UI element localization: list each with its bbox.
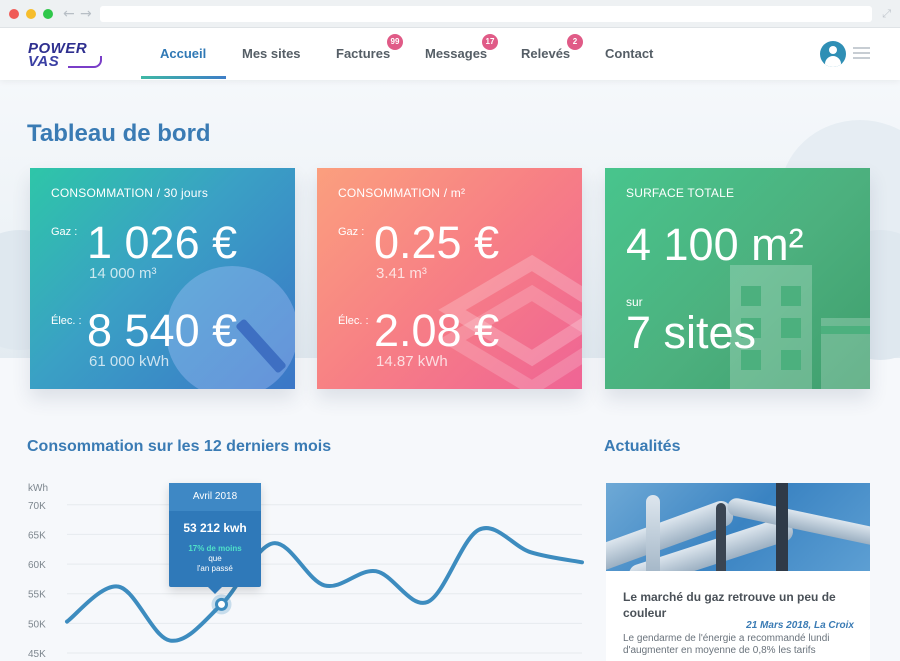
tooltip-text-1: que <box>208 554 222 563</box>
consumption-line-chart: kWh 70K 65K 60K 55K 50K 45K <box>28 483 584 660</box>
news-card[interactable]: Le marché du gaz retrouve un peu de coul… <box>606 483 870 661</box>
y-tick-label: 65K <box>28 530 46 541</box>
browser-toolbar: ← → ⤢ <box>0 0 900 28</box>
gas-prefix: Gaz : <box>338 226 365 238</box>
y-tick-label: 55K <box>28 590 46 601</box>
back-arrow-icon[interactable]: ← <box>63 6 75 22</box>
card-label: SURFACE TOTALE <box>626 186 735 200</box>
gas-prefix: Gaz : <box>51 226 78 238</box>
tooltip-value: 53 212 kwh <box>183 521 247 535</box>
tooltip-month: Avril 2018 <box>169 483 261 511</box>
elec-prefix: Élec. : <box>338 315 369 327</box>
elec-volume: 61 000 kWh <box>89 353 170 370</box>
news-image-pipes <box>606 483 870 571</box>
top-navigation: POWER VAS Accueil Mes sites Factures 99 … <box>0 28 900 80</box>
minimize-window-button[interactable] <box>26 9 36 19</box>
card-consumption-30-days[interactable]: CONSOMMATION / 30 jours Gaz : 1 026 € 14… <box>30 168 295 389</box>
elec-prefix: Élec. : <box>51 315 82 327</box>
elec-volume-per-m2: 14.87 kWh <box>376 353 448 370</box>
y-tick-label: 45K <box>28 649 46 660</box>
consumption-series-line <box>65 526 584 643</box>
expand-icon[interactable]: ⤢ <box>882 7 891 21</box>
nav-factures[interactable]: Factures <box>336 46 390 61</box>
nav-messages[interactable]: Messages <box>425 46 487 61</box>
gas-cost-value: 1 026 € <box>87 217 238 268</box>
close-window-button[interactable] <box>9 9 19 19</box>
news-section-title: Actualités <box>604 438 681 455</box>
tooltip-text-2: l'an passé <box>197 564 233 573</box>
plug-icon <box>68 56 102 68</box>
gas-volume-per-m2: 3.41 m³ <box>376 265 427 282</box>
page-viewport: POWER VAS Accueil Mes sites Factures 99 … <box>0 28 900 661</box>
sites-count: 7 sites <box>626 307 757 358</box>
address-bar[interactable] <box>100 6 872 22</box>
user-avatar-icon[interactable] <box>820 41 846 67</box>
tooltip-percentage: 17% de moins <box>188 544 242 553</box>
nav-mes-sites[interactable]: Mes sites <box>242 46 301 61</box>
surface-value: 4 100 m² <box>626 219 804 270</box>
active-tab-underline <box>141 76 226 79</box>
messages-badge: 17 <box>482 34 498 50</box>
chart-title: Consommation sur les 12 derniers mois <box>27 438 332 455</box>
gas-volume: 14 000 m³ <box>89 265 157 282</box>
card-label: CONSOMMATION / 30 jours <box>51 186 209 200</box>
releves-badge: 2 <box>567 34 583 50</box>
y-axis-unit-label: kWh <box>28 483 48 494</box>
news-date: 21 Mars 2018, La Croix <box>746 620 854 631</box>
highlight-point <box>215 597 228 611</box>
news-excerpt: Le gendarme de l'énergie a recommandé lu… <box>623 633 830 656</box>
y-tick-label: 60K <box>28 560 46 571</box>
factures-badge: 99 <box>387 34 403 50</box>
y-tick-label: 70K <box>28 501 46 512</box>
card-label: CONSOMMATION / m² <box>338 186 466 200</box>
page-title: Tableau de bord <box>27 120 211 147</box>
nav-accueil[interactable]: Accueil <box>160 46 206 61</box>
power-vas-logo[interactable]: POWER VAS <box>28 41 102 69</box>
news-title[interactable]: Le marché du gaz retrouve un peu de coul… <box>623 589 863 621</box>
nav-contact[interactable]: Contact <box>605 46 653 61</box>
card-total-surface[interactable]: SURFACE TOTALE 4 100 m² sur 7 sites <box>605 168 870 389</box>
y-tick-label: 50K <box>28 619 46 630</box>
elec-cost-value: 8 540 € <box>87 305 238 356</box>
hamburger-menu-icon[interactable] <box>853 47 870 60</box>
elec-cost-per-m2: 2.08 € <box>374 305 500 356</box>
maximize-window-button[interactable] <box>43 9 53 19</box>
card-consumption-per-m2[interactable]: CONSOMMATION / m² Gaz : 0.25 € 3.41 m³ É… <box>317 168 582 389</box>
gas-cost-per-m2: 0.25 € <box>374 217 500 268</box>
nav-releves[interactable]: Relevés <box>521 46 570 61</box>
chart-tooltip: Avril 2018 53 212 kwh 17% de moins que l… <box>169 483 261 594</box>
forward-arrow-icon[interactable]: → <box>80 6 92 22</box>
